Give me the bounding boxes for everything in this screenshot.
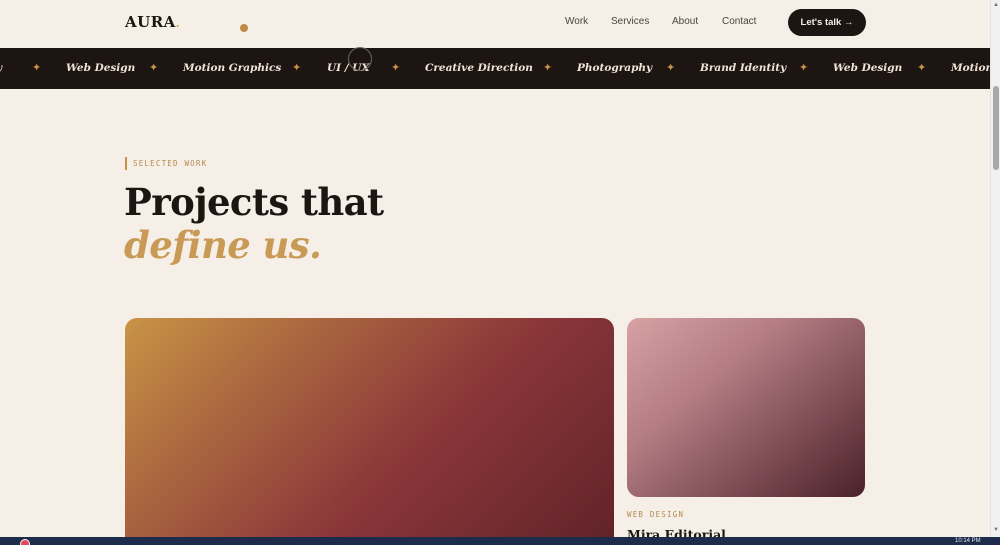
- nav-work[interactable]: Work: [565, 16, 588, 27]
- cursor-dot: [240, 24, 248, 32]
- os-taskbar: [0, 537, 1000, 545]
- project-card-featured[interactable]: [125, 318, 614, 545]
- logo-dot: .: [175, 19, 180, 30]
- site-header: AURA. Work Services About Contact Let's …: [0, 0, 990, 48]
- marquee-item: Motion Graphics: [183, 62, 282, 74]
- section-eyebrow: SELECTED WORK: [125, 157, 207, 170]
- marquee-item: Creative Direction: [425, 62, 533, 74]
- sparkle-icon: ✦: [32, 62, 42, 74]
- brand-logo[interactable]: AURA.: [125, 13, 180, 31]
- sparkle-icon: ✦: [292, 62, 302, 74]
- marquee-item: Web Design: [833, 62, 903, 74]
- nav-services[interactable]: Services: [611, 16, 649, 27]
- logo-text: AURA: [125, 13, 176, 31]
- app-icon[interactable]: [20, 539, 30, 545]
- marquee-item: y: [0, 62, 2, 74]
- marquee-item: Brand Identity: [700, 62, 787, 74]
- marquee-track: y ✦ Web Design ✦ Motion Graphics ✦ UI / …: [0, 48, 990, 89]
- lets-talk-button[interactable]: Let's talk →: [788, 9, 866, 36]
- cursor-ring: [348, 47, 372, 71]
- sparkle-icon: ✦: [391, 62, 401, 74]
- headline-line2: define us.: [124, 223, 322, 267]
- sparkle-icon: ✦: [799, 62, 809, 74]
- nav-contact[interactable]: Contact: [722, 16, 756, 27]
- chevron-up-icon[interactable]: ▲: [993, 2, 999, 8]
- sparkle-icon: ✦: [149, 62, 159, 74]
- taskbar-clock: 10:14 PM: [955, 538, 981, 544]
- sparkle-icon: ✦: [543, 62, 553, 74]
- scrollbar-thumb[interactable]: [993, 86, 999, 170]
- chevron-down-icon[interactable]: ▼: [993, 527, 999, 533]
- nav-about[interactable]: About: [672, 16, 698, 27]
- marquee-item: Web Design: [66, 62, 136, 74]
- marquee-item: Photography: [577, 62, 653, 74]
- sparkle-icon: ✦: [917, 62, 927, 74]
- sparkle-icon: ✦: [666, 62, 676, 74]
- headline-line1: Projects that: [124, 180, 384, 224]
- project-category: WEB DESIGN: [627, 510, 685, 519]
- services-marquee: y ✦ Web Design ✦ Motion Graphics ✦ UI / …: [0, 48, 990, 89]
- marquee-item: Motion G: [951, 62, 990, 74]
- project-card-mira-editorial[interactable]: [627, 318, 865, 497]
- page-scrollbar[interactable]: ▲ ▼: [990, 0, 1000, 537]
